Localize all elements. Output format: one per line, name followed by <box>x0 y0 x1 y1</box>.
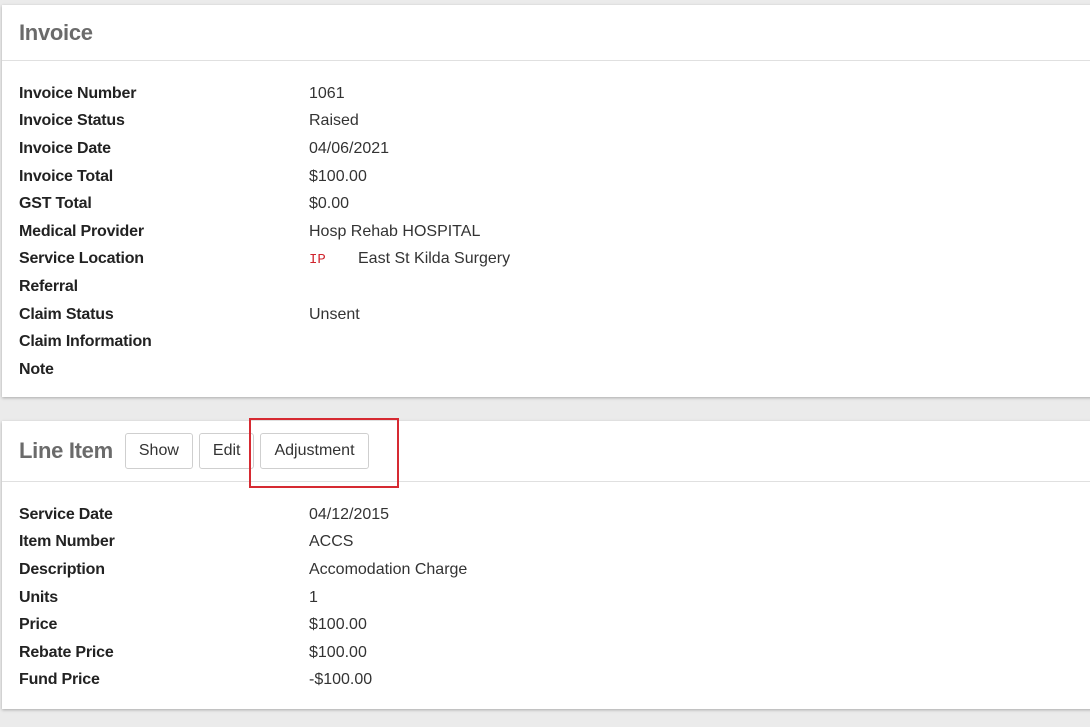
referral-row: Referral <box>19 273 1090 301</box>
invoice-card: Invoice Invoice Number 1061 Invoice Stat… <box>2 5 1090 397</box>
units-value: 1 <box>309 588 318 606</box>
claim-status-value: Unsent <box>309 305 360 323</box>
item-number-row: Item Number ACCS <box>19 529 1090 557</box>
line-item-title: Line Item <box>19 438 113 463</box>
claim-information-row: Claim Information <box>19 328 1090 356</box>
price-value: $100.00 <box>309 616 367 634</box>
field-label: Rebate Price <box>19 643 114 661</box>
field-label: Claim Information <box>19 333 152 351</box>
invoice-number-row: Invoice Number 1061 <box>19 80 1090 108</box>
medical-provider-value: Hosp Rehab HOSPITAL <box>309 222 481 240</box>
gst-total-value: $0.00 <box>309 195 350 213</box>
invoice-status-row: Invoice Status Raised <box>19 108 1090 136</box>
show-button[interactable]: Show <box>124 433 193 469</box>
invoice-number-value: 1061 <box>309 84 345 102</box>
invoice-total-value: $100.00 <box>309 167 367 185</box>
location-name: East St Kilda Surgery <box>358 250 511 268</box>
field-label: Description <box>19 560 105 578</box>
field-label: Service Date <box>19 505 113 523</box>
description-row: Description Accomodation Charge <box>19 556 1090 584</box>
field-label: Units <box>19 588 59 606</box>
edit-button[interactable]: Edit <box>198 433 255 469</box>
note-row: Note <box>19 356 1090 384</box>
field-label: Item Number <box>19 533 115 551</box>
field-label: Fund Price <box>19 671 100 689</box>
field-label: GST Total <box>19 195 92 213</box>
field-label: Invoice Total <box>19 167 114 185</box>
invoice-title: Invoice <box>19 19 93 45</box>
service-date-value: 04/12/2015 <box>309 505 390 523</box>
rebate-price-value: $100.00 <box>309 643 367 661</box>
invoice-header: Invoice <box>2 5 1090 61</box>
field-label: Invoice Status <box>19 112 125 130</box>
invoice-date-row: Invoice Date 04/06/2021 <box>19 135 1090 163</box>
fund-price-value: -$100.00 <box>309 671 373 689</box>
field-label: Invoice Date <box>19 139 111 157</box>
service-date-row: Service Date 04/12/2015 <box>19 501 1090 529</box>
rebate-price-row: Rebate Price $100.00 <box>19 639 1090 667</box>
line-item-details: Service Date 04/12/2015 Item Number ACCS… <box>2 482 1090 694</box>
invoice-details: Invoice Number 1061 Invoice Status Raise… <box>2 61 1090 384</box>
location-code: IP <box>309 252 326 269</box>
units-row: Units 1 <box>19 584 1090 612</box>
field-label: Price <box>19 616 58 634</box>
fund-price-row: Fund Price -$100.00 <box>19 667 1090 695</box>
field-label: Service Location <box>19 250 144 268</box>
field-label: Medical Provider <box>19 222 144 240</box>
field-label: Claim Status <box>19 305 114 323</box>
price-row: Price $100.00 <box>19 611 1090 639</box>
invoice-total-row: Invoice Total $100.00 <box>19 163 1090 191</box>
field-label: Referral <box>19 277 78 295</box>
invoice-date-value: 04/06/2021 <box>309 139 390 157</box>
gst-total-row: GST Total $0.00 <box>19 190 1090 218</box>
adjustment-button[interactable]: Adjustment <box>260 433 369 469</box>
line-item-header: Line Item Show Edit Adjustment <box>2 418 1090 488</box>
claim-status-row: Claim Status Unsent <box>19 301 1090 329</box>
field-label: Note <box>19 360 54 378</box>
invoice-status-value: Raised <box>309 112 359 130</box>
medical-provider-row: Medical Provider Hosp Rehab HOSPITAL <box>19 218 1090 246</box>
line-item-card: Line Item Show Edit Adjustment Service D… <box>2 418 1090 709</box>
field-label: Invoice Number <box>19 84 137 102</box>
item-number-value: ACCS <box>309 533 354 551</box>
service-location-row: Service Location IP East St Kilda Surgery <box>19 246 1090 274</box>
description-value: Accomodation Charge <box>309 560 468 578</box>
service-location-value: IP East St Kilda Surgery <box>309 250 510 268</box>
